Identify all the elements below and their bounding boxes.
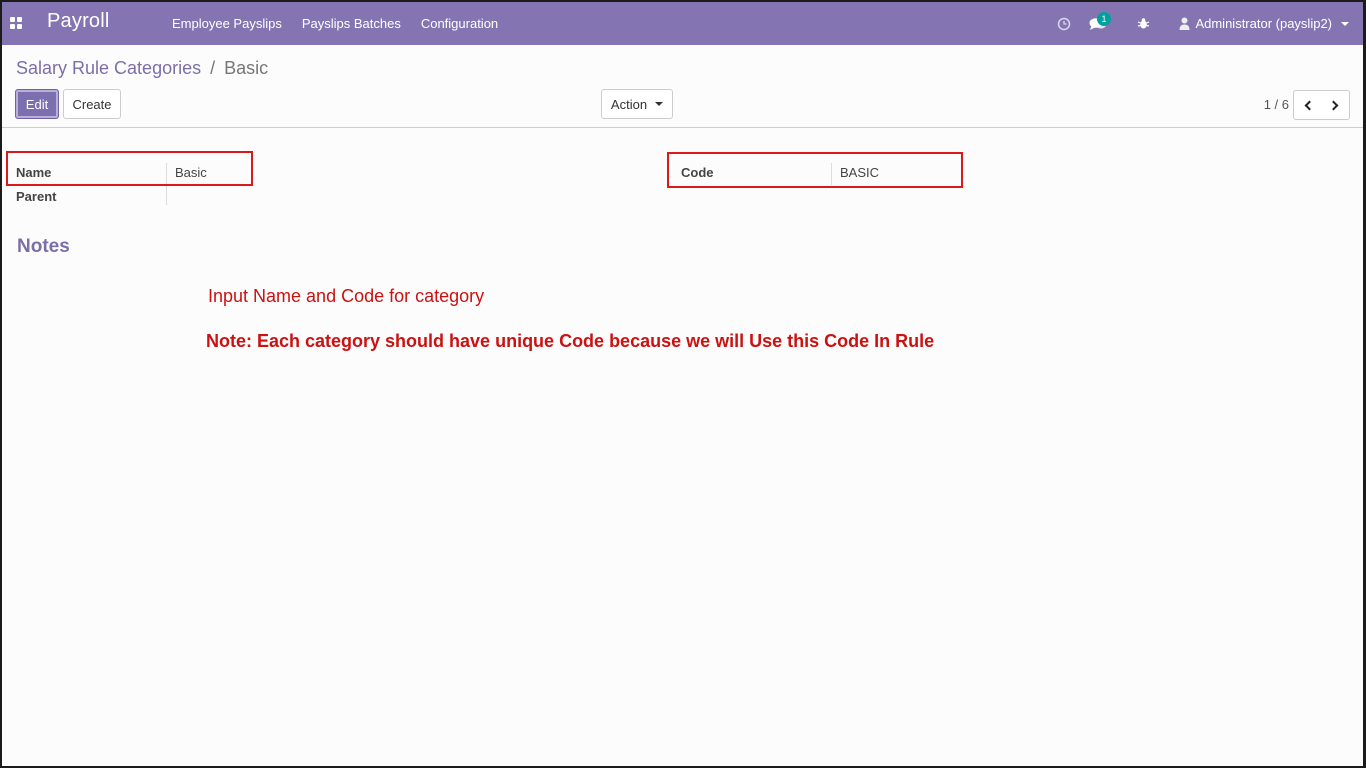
menu-payslips-batches[interactable]: Payslips Batches bbox=[292, 2, 411, 45]
menu-employee-payslips[interactable]: Employee Payslips bbox=[162, 2, 292, 45]
messages-badge: 1 bbox=[1097, 12, 1111, 26]
chevron-left-icon bbox=[1304, 100, 1314, 110]
chat-icon[interactable]: 1 bbox=[1083, 2, 1113, 45]
pager-previous-button[interactable] bbox=[1293, 90, 1322, 120]
control-panel: Salary Rule Categories / Basic Edit Crea… bbox=[2, 45, 1363, 128]
breadcrumb: Salary Rule Categories / Basic bbox=[16, 58, 268, 79]
systray: 1 Administrator (payslip2) bbox=[1053, 2, 1363, 45]
user-name: Administrator (payslip2) bbox=[1195, 16, 1332, 31]
app-title: Payroll bbox=[47, 10, 110, 32]
pager-next-button[interactable] bbox=[1321, 90, 1350, 120]
annotation-note: Note: Each category should have unique C… bbox=[206, 331, 935, 351]
main-menu: Employee Payslips Payslips Batches Confi… bbox=[162, 2, 508, 45]
edit-button[interactable]: Edit bbox=[15, 89, 59, 119]
apps-grid-icon[interactable] bbox=[10, 17, 22, 29]
menu-configuration[interactable]: Configuration bbox=[411, 2, 508, 45]
create-button[interactable]: Create bbox=[63, 89, 121, 119]
user-caret-icon bbox=[1341, 21, 1349, 26]
breadcrumb-parent[interactable]: Salary Rule Categories bbox=[16, 58, 201, 78]
highlight-name-box bbox=[6, 151, 253, 186]
caret-down-icon bbox=[655, 102, 664, 106]
annotation-instruction: Input Name and Code for category bbox=[208, 286, 485, 306]
user-icon bbox=[1179, 17, 1190, 30]
highlight-code-box bbox=[667, 152, 963, 188]
chevron-right-icon bbox=[1328, 100, 1339, 110]
pager-value[interactable]: 1 / 6 bbox=[1264, 97, 1289, 112]
user-menu[interactable]: Administrator (payslip2) bbox=[1179, 2, 1349, 45]
action-label: Action bbox=[610, 96, 648, 112]
app-window: Payroll Employee Payslips Payslips Batch… bbox=[2, 2, 1363, 766]
breadcrumb-separator: / bbox=[210, 58, 216, 78]
bug-icon[interactable] bbox=[1131, 2, 1155, 45]
parent-label: Parent bbox=[16, 189, 57, 204]
breadcrumb-current: Basic bbox=[224, 58, 269, 78]
clock-icon[interactable] bbox=[1053, 2, 1075, 45]
top-navbar: Payroll Employee Payslips Payslips Batch… bbox=[2, 2, 1363, 45]
notes-title: Notes bbox=[17, 236, 70, 257]
action-dropdown[interactable]: Action bbox=[601, 89, 673, 119]
